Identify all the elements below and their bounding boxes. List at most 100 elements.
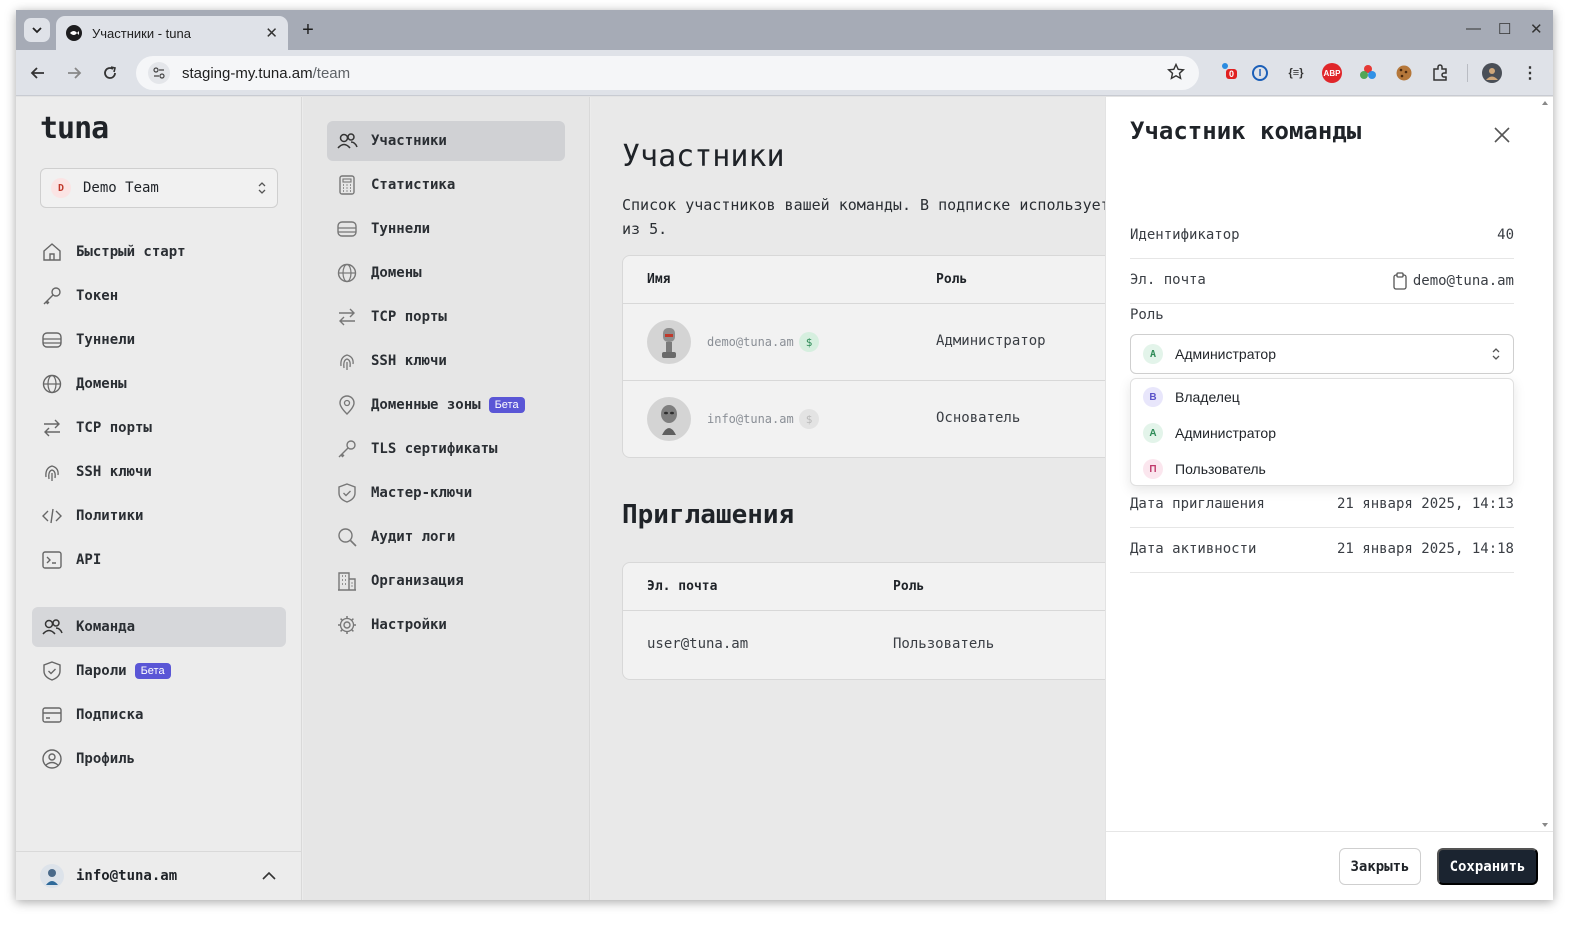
subnav-item-label: Аудит логи: [371, 529, 456, 545]
subnav-item-organization[interactable]: Организация: [327, 561, 565, 601]
sidebar-item-label: Домены: [76, 376, 127, 392]
subnav-item-ssh-keys[interactable]: SSH ключи: [327, 341, 565, 381]
member-email-value: demo@tuna.am: [1412, 273, 1514, 289]
beta-badge: Бета: [134, 663, 171, 679]
subnav-item-label: SSH ключи: [371, 353, 447, 369]
member-id-value: 40: [1497, 227, 1514, 243]
building-icon: [335, 569, 359, 593]
password-manager-icon[interactable]: I: [1252, 65, 1268, 81]
browser-menu-icon[interactable]: ⋮: [1520, 63, 1540, 83]
reload-button[interactable]: [98, 61, 122, 85]
chevron-down-icon: [32, 27, 42, 34]
sidebar-item-label: Профиль: [76, 751, 136, 767]
site-settings-icon[interactable]: [148, 62, 170, 84]
sidebar-item-tcp-ports[interactable]: TCP порты: [32, 408, 286, 448]
invites-table: Эл. почта Роль user@tuna.am Пользователь: [622, 562, 1111, 680]
clipboard-icon[interactable]: [1393, 272, 1407, 290]
member-drawer: Участник команды Идентификатор 40 Эл. по…: [1105, 97, 1553, 900]
table-row[interactable]: user@tuna.am Пользователь: [623, 611, 1111, 679]
sidebar-item-profile[interactable]: Профиль: [32, 739, 286, 779]
team-selector[interactable]: D Demo Team: [40, 168, 278, 208]
cookie-icon[interactable]: [1394, 63, 1414, 83]
minimize-icon[interactable]: —: [1466, 20, 1481, 37]
sidebar-item-quickstart[interactable]: Быстрый старт: [32, 232, 286, 272]
subnav-item-label: TCP порты: [371, 309, 447, 325]
chevron-up-down-icon: [258, 182, 266, 194]
subnav-item-label: Статистика: [371, 177, 456, 193]
sidebar-item-team[interactable]: Команда: [32, 607, 286, 647]
subnav-item-audit-logs[interactable]: Аудит логи: [327, 517, 565, 557]
chevron-up-down-icon: [1492, 348, 1500, 360]
close-button[interactable]: Закрыть: [1339, 848, 1421, 885]
drawer-scrollbar[interactable]: [1538, 97, 1552, 831]
extensions-icon[interactable]: [1430, 63, 1450, 83]
sidebar-item-tunnels[interactable]: Туннели: [32, 320, 286, 360]
code-icon: [40, 504, 64, 528]
back-button[interactable]: [26, 61, 50, 85]
tuna-favicon-icon: [66, 25, 82, 41]
role-option-label: Администратор: [1175, 425, 1277, 441]
tab-search-button[interactable]: [24, 18, 50, 42]
notification-ext-icon[interactable]: 0: [1220, 63, 1240, 83]
new-tab-button[interactable]: +: [296, 18, 320, 42]
role-select[interactable]: А Администратор: [1130, 334, 1514, 374]
invite-role: Пользователь: [893, 636, 995, 652]
subnav-item-tunnels[interactable]: Туннели: [327, 209, 565, 249]
sidebar-item-label: Туннели: [76, 332, 136, 348]
page-title: Участники: [622, 139, 785, 174]
sidebar-item-subscription[interactable]: Подписка: [32, 695, 286, 735]
table-row[interactable]: info@tuna.am $ Основатель: [623, 381, 1111, 457]
save-button[interactable]: Сохранить: [1437, 848, 1538, 885]
avatar: [647, 320, 691, 364]
primary-sidebar: tuna D Demo Team Быстрый старт Токен Тун…: [16, 97, 302, 900]
address-bar[interactable]: staging-my.tuna.am/team: [136, 56, 1199, 90]
column-header-role: Роль: [893, 579, 925, 594]
bookmark-star-icon[interactable]: [1166, 62, 1186, 85]
sidebar-item-label: API: [76, 552, 102, 568]
member-email-row: Эл. почта demo@tuna.am: [1130, 258, 1514, 304]
subnav-item-members[interactable]: Участники: [327, 121, 565, 161]
close-window-icon[interactable]: ✕: [1530, 20, 1543, 38]
user-menu[interactable]: info@tuna.am: [16, 851, 302, 900]
subnav-item-master-keys[interactable]: Мастер-ключи: [327, 473, 565, 513]
adblock-icon[interactable]: ABP: [1322, 63, 1342, 83]
role-selected-value: Администратор: [1175, 346, 1277, 362]
team-subnav: Участники Статистика Туннели Домены TCP …: [303, 97, 590, 900]
sidebar-item-policies[interactable]: Политики: [32, 496, 286, 536]
subnav-item-domains[interactable]: Домены: [327, 253, 565, 293]
maximize-icon[interactable]: ☐: [1498, 20, 1511, 38]
profile-avatar-icon[interactable]: [1482, 63, 1502, 83]
subnav-item-tls-certs[interactable]: TLS сертификаты: [327, 429, 565, 469]
tab-active[interactable]: Участники - tuna ✕: [56, 16, 288, 50]
tuna-logo[interactable]: tuna: [40, 111, 109, 146]
chevron-up-icon: [262, 871, 276, 880]
sidebar-item-domains[interactable]: Домены: [32, 364, 286, 404]
url-host: staging-my.tuna.am: [182, 64, 313, 82]
invite-email: user@tuna.am: [647, 636, 749, 652]
fingerprint-icon: [40, 460, 64, 484]
forward-button[interactable]: [62, 61, 86, 85]
json-viewer-icon[interactable]: {≡}: [1286, 63, 1306, 83]
subnav-item-statistics[interactable]: Статистика: [327, 165, 565, 205]
subnav-item-tcp-ports[interactable]: TCP порты: [327, 297, 565, 337]
close-icon[interactable]: [1492, 125, 1512, 145]
member-role: Администратор: [936, 333, 1046, 349]
globe-icon: [335, 261, 359, 285]
sidebar-item-passwords[interactable]: Пароли Бета: [32, 651, 286, 691]
tab-close-icon[interactable]: ✕: [265, 24, 278, 42]
column-header-email: Эл. почта: [647, 579, 718, 594]
tunnel-icon: [335, 217, 359, 241]
color-picker-icon[interactable]: [1358, 63, 1378, 83]
sidebar-item-api[interactable]: API: [32, 540, 286, 580]
subnav-item-domain-zones[interactable]: Доменные зоны Бета: [327, 385, 565, 425]
sidebar-item-ssh-keys[interactable]: SSH ключи: [32, 452, 286, 492]
subnav-item-settings[interactable]: Настройки: [327, 605, 565, 645]
tab-bar: Участники - tuna ✕ + — ☐ ✕: [16, 10, 1553, 50]
sidebar-item-token[interactable]: Токен: [32, 276, 286, 316]
role-option-owner[interactable]: В Владелец: [1131, 379, 1513, 415]
page-description: Список участников вашей команды. В подпи…: [622, 193, 1111, 241]
avatar: [40, 864, 64, 888]
table-row[interactable]: demo@tuna.am $ Администратор: [623, 304, 1111, 381]
role-option-admin[interactable]: А Администратор: [1131, 415, 1513, 451]
role-option-user[interactable]: П Пользователь: [1131, 451, 1513, 487]
